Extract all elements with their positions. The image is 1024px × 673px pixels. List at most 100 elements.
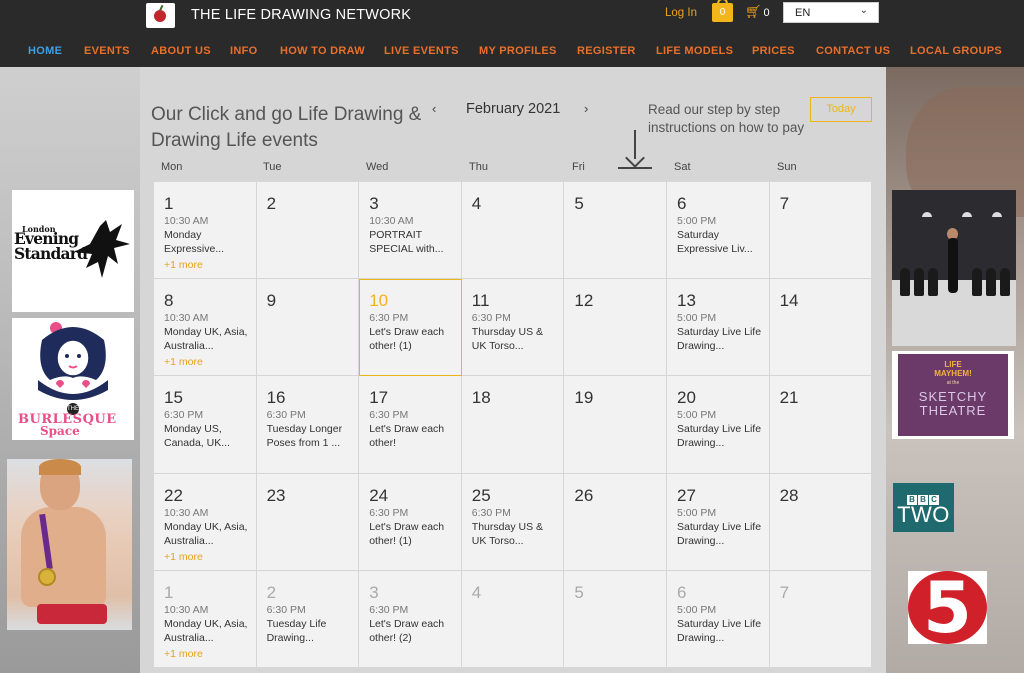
calendar-day-cell[interactable]: 4 xyxy=(461,570,565,668)
event-time: 6:30 PM xyxy=(369,506,409,519)
nav-home[interactable]: HOME xyxy=(28,45,62,57)
nav-events[interactable]: EVENTS xyxy=(84,45,130,57)
event-title[interactable]: Let's Draw each other! (1) xyxy=(369,520,455,548)
nav-prices[interactable]: PRICES xyxy=(752,45,795,57)
language-value: EN xyxy=(795,7,811,19)
life-class-photo[interactable] xyxy=(892,190,1016,346)
bag-icon xyxy=(717,0,728,5)
more-events-link[interactable]: +1 more xyxy=(164,551,256,563)
calendar-day-cell[interactable]: 20 5:00 PM Saturday Live Life Drawing... xyxy=(667,376,770,474)
event-time: 5:00 PM xyxy=(677,409,717,422)
event-title[interactable]: Tuesday Longer Poses from 1 ... xyxy=(267,422,353,450)
calendar-day-cell[interactable]: 1 10:30 AM Monday UK, Asia, Australia... +1… xyxy=(154,570,257,668)
site-logo[interactable] xyxy=(146,3,175,28)
evening-standard-logo[interactable]: London Evening Standard xyxy=(12,190,134,312)
calendar-day-cell[interactable]: 11 6:30 PM Thursday US & UK Torso... xyxy=(461,279,565,377)
event-title[interactable]: Let's Draw each other! xyxy=(369,422,455,450)
more-events-link[interactable]: +1 more xyxy=(164,648,256,660)
event-title[interactable]: Let's Draw each other! (1) xyxy=(369,325,455,353)
calendar-day-cell[interactable]: 8 10:30 AM Monday UK, Asia, Australia... +1… xyxy=(154,279,257,377)
event-title[interactable]: Saturday Live Life Drawing... xyxy=(677,617,763,645)
nav-live-events[interactable]: LIVE EVENTS xyxy=(384,45,459,57)
calendar-day-cell[interactable]: 13 5:00 PM Saturday Live Life Drawing... xyxy=(667,279,770,377)
top-bar: THE LIFE DRAWING NETWORK Log In 0 🛒︎ 0 EN… xyxy=(0,0,1024,34)
calendar-day-cell[interactable]: 21 xyxy=(769,376,873,474)
calendar-day-cell[interactable]: 16 6:30 PM Tuesday Longer Poses from 1 ... xyxy=(256,376,360,474)
calendar-day-cell[interactable]: 27 5:00 PM Saturday Live Life Drawing... xyxy=(667,473,770,571)
calendar-day-cell[interactable]: 14 xyxy=(769,279,873,377)
calendar-day-cell[interactable]: 2 xyxy=(256,182,360,280)
event-title[interactable]: PORTRAIT SPECIAL with... xyxy=(369,228,455,256)
event-title[interactable]: Thursday US & UK Torso... xyxy=(472,325,558,353)
event-title[interactable]: Let's Draw each other! (2) xyxy=(369,617,455,645)
calendar-day-cell[interactable]: 18 xyxy=(461,376,565,474)
day-number: 11 xyxy=(471,291,490,311)
event-title[interactable]: Thursday US & UK Torso... xyxy=(472,520,558,548)
pay-instructions-link[interactable]: Read our step by step instructions on ho… xyxy=(648,101,828,137)
calendar-day-cell[interactable]: 23 xyxy=(256,473,360,571)
today-button[interactable]: Today xyxy=(810,97,872,122)
event-title[interactable]: Monday UK, Asia, Australia... xyxy=(164,617,250,645)
calendar-day-cell[interactable]: 28 xyxy=(769,473,873,571)
calendar-day-cell[interactable]: 9 xyxy=(256,279,360,377)
nav-info[interactable]: INFO xyxy=(230,45,257,57)
nav-contact-us[interactable]: CONTACT US xyxy=(816,45,890,57)
more-events-link[interactable]: +1 more xyxy=(164,356,256,368)
event-title[interactable]: Saturday Live Life Drawing... xyxy=(677,422,763,450)
day-number: 9 xyxy=(266,291,277,311)
language-select[interactable]: EN ⌄ xyxy=(783,2,879,23)
calendar-day-cell[interactable]: 10 6:30 PM Let's Draw each other! (1) xyxy=(359,279,462,377)
chevron-down-icon: ⌄ xyxy=(859,5,868,16)
calendar-day-cell[interactable]: 3 6:30 PM Let's Draw each other! (2) xyxy=(359,570,462,668)
swimmer-photo[interactable] xyxy=(7,459,132,630)
calendar-day-cell[interactable]: 5 xyxy=(564,570,667,668)
day-number: 1 xyxy=(164,194,174,213)
calendar-day-cell[interactable]: 1 10:30 AM Monday Expressive... +1 more xyxy=(154,182,257,280)
more-events-link[interactable]: +1 more xyxy=(164,259,256,271)
calendar-day-cell[interactable]: 12 xyxy=(564,279,667,377)
calendar-day-cell[interactable]: 26 xyxy=(564,473,667,571)
shopping-bag-button[interactable]: 0 xyxy=(712,0,733,22)
calendar-day-cell[interactable]: 17 6:30 PM Let's Draw each other! xyxy=(359,376,462,474)
event-title[interactable]: Monday US, Canada, UK... xyxy=(164,422,250,450)
calendar-day-cell[interactable]: 4 xyxy=(461,182,565,280)
login-link[interactable]: Log In xyxy=(665,7,697,19)
nav-how-to-draw[interactable]: HOW TO DRAW xyxy=(280,45,365,57)
event-title[interactable]: Monday UK, Asia, Australia... xyxy=(164,520,250,548)
nav-my-profiles[interactable]: MY PROFILES xyxy=(479,45,557,57)
event-title[interactable]: Saturday Live Life Drawing... xyxy=(677,325,763,353)
nav-local-groups[interactable]: LOCAL GROUPS xyxy=(910,45,1002,57)
calendar-day-cell[interactable]: 6 5:00 PM Saturday Live Life Drawing... xyxy=(667,570,770,668)
calendar-day-cell[interactable]: 24 6:30 PM Let's Draw each other! (1) xyxy=(359,473,462,571)
nav-register[interactable]: REGISTER xyxy=(577,45,636,57)
event-title[interactable]: Monday UK, Asia, Australia... xyxy=(164,325,250,353)
nav-about-us[interactable]: ABOUT US xyxy=(151,45,211,57)
burlesque-space-logo[interactable]: THE BURLESQUE Space xyxy=(12,318,134,440)
event-title[interactable]: Saturday Live Life Drawing... xyxy=(677,520,763,548)
calendar-day-cell[interactable]: 19 xyxy=(564,376,667,474)
chevron-right-icon[interactable]: › xyxy=(584,101,588,116)
calendar-day-cell[interactable]: 3 10:30 AM PORTRAIT SPECIAL with... xyxy=(359,182,462,280)
bag-count: 0 xyxy=(719,7,726,18)
nav-life-models[interactable]: LIFE MODELS xyxy=(656,45,733,57)
calendar-day-cell[interactable]: 2 6:30 PM Tuesday Life Drawing... xyxy=(256,570,360,668)
day-number: 20 xyxy=(677,388,696,408)
cart-button[interactable]: 🛒︎ 0 xyxy=(745,4,770,20)
calendar-day-cell[interactable]: 22 10:30 AM Monday UK, Asia, Australia... +… xyxy=(154,473,257,571)
sketchy-theatre-logo[interactable]: LIFE MAYHEM! at the SKETCHY THEATRE xyxy=(892,351,1014,439)
calendar-day-cell[interactable]: 5 xyxy=(564,182,667,280)
calendar-day-cell[interactable]: 25 6:30 PM Thursday US & UK Torso... xyxy=(461,473,565,571)
calendar-day-cell[interactable]: 6 5:00 PM Saturday Expressive Liv... xyxy=(667,182,770,280)
event-title[interactable]: Tuesday Life Drawing... xyxy=(267,617,353,645)
bbc-two-logo[interactable]: BBC TWO xyxy=(893,483,954,532)
calendar-day-cell[interactable]: 7 xyxy=(769,570,873,668)
channel-5-logo[interactable]: 5 xyxy=(908,567,987,649)
event-title[interactable]: Monday Expressive... xyxy=(164,228,250,256)
calendar-day-cell[interactable]: 7 xyxy=(769,182,873,280)
site-title[interactable]: THE LIFE DRAWING NETWORK xyxy=(191,7,411,23)
calendar-day-cell[interactable]: 15 6:30 PM Monday US, Canada, UK... xyxy=(154,376,257,474)
event-title[interactable]: Saturday Expressive Liv... xyxy=(677,228,763,256)
day-number: 7 xyxy=(779,582,790,602)
download-icon[interactable] xyxy=(618,130,652,170)
chevron-left-icon[interactable]: ‹ xyxy=(432,101,436,116)
